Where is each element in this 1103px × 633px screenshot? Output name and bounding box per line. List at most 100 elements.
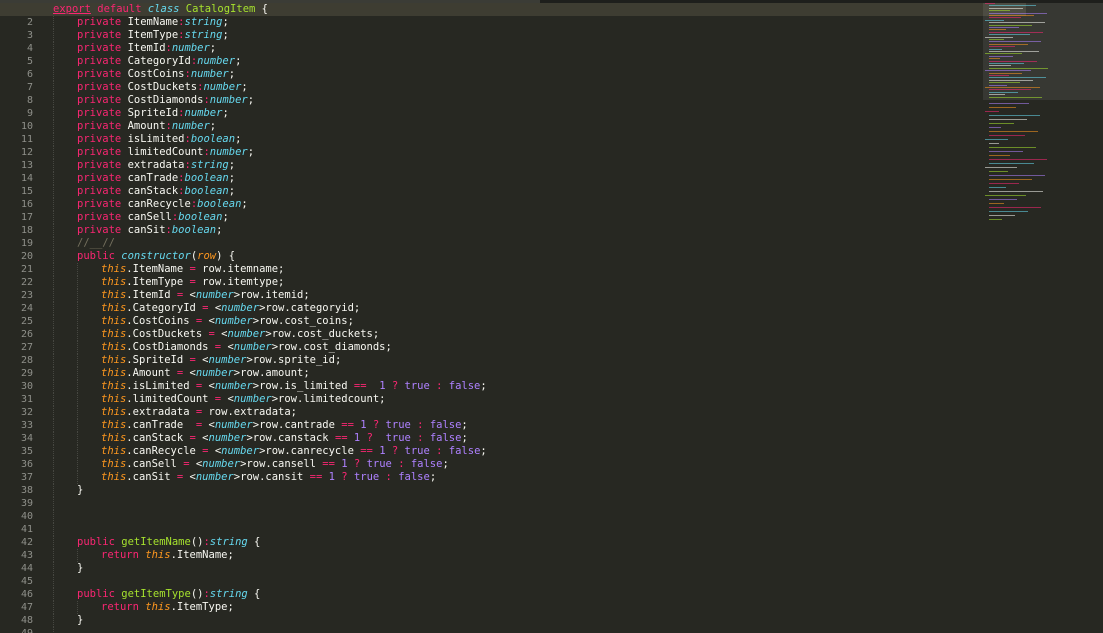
minimap-code-line [989, 46, 1015, 48]
property-name: .canSit [126, 471, 171, 483]
line-number: 22 [20, 277, 33, 288]
minimap-code-line [989, 94, 1005, 96]
ternary-colon: : [391, 458, 411, 470]
field-declaration: private Amount:number; [53, 120, 973, 133]
private-keyword: private [77, 107, 122, 119]
ternary-colon: : [410, 432, 430, 444]
expression: >row.canrecycle [259, 445, 361, 457]
cast-type: number [227, 328, 266, 340]
indent-guide [53, 107, 54, 120]
minimap-code-line [989, 41, 1041, 43]
cast-type: number [195, 367, 234, 379]
assignment-line: this.extradata = row.extradata; [53, 406, 973, 419]
line-number: 10 [20, 121, 33, 132]
field-name: CostDuckets [127, 81, 198, 93]
indent-guide [77, 406, 78, 419]
line-number: 45 [20, 576, 33, 587]
assign-operator: = [195, 445, 215, 457]
minimap-code-line [989, 163, 1034, 164]
assign-operator: = [170, 471, 190, 483]
line-number: 32 [20, 407, 33, 418]
field-declaration: private isLimited:boolean; [53, 133, 973, 146]
indent-guide [53, 393, 54, 406]
assignment-line: this.limitedCount = <number>row.limitedc… [53, 393, 973, 406]
assign-operator: = [208, 341, 228, 353]
code-punctuation: ; [222, 211, 229, 223]
property-name: .CategoryId [126, 302, 196, 314]
code-punctuation: ; [235, 133, 242, 145]
line-number-gutter: 1234567891011121314151617181920212223242… [0, 3, 46, 633]
return-type: string [209, 588, 248, 600]
field-name: ItemType [127, 29, 179, 41]
line-number: 2 [26, 17, 33, 28]
indent-guide [53, 549, 54, 562]
line-number: 30 [20, 381, 33, 392]
property-name: .ItemId [126, 289, 171, 301]
minimap-code-line [989, 82, 1020, 84]
indent-guide [53, 497, 54, 510]
minimap-code-line [989, 135, 1025, 136]
minimap-code-line [989, 67, 1048, 69]
this-keyword: this [145, 549, 171, 561]
expression: >row.categoryid; [259, 302, 361, 314]
indent-guide [53, 380, 54, 393]
minimap-code-line [989, 17, 1021, 19]
property-name: .Amount [126, 367, 171, 379]
private-keyword: private [77, 133, 122, 145]
code-punctuation: ; [235, 55, 242, 67]
private-keyword: private [77, 159, 122, 171]
expression: >row.is_limited [252, 380, 354, 392]
indent-guide [77, 302, 78, 315]
assignment-line: this.SpriteId = <number>row.sprite_id; [53, 354, 973, 367]
cast-type: number [233, 393, 272, 405]
line-number: 40 [20, 511, 33, 522]
compare-operator: == [341, 419, 354, 431]
expression: >row.amount; [233, 367, 310, 379]
indent-guide [53, 185, 54, 198]
minimap-code-line [989, 39, 1004, 40]
indent-guide [53, 302, 54, 315]
indent-guide [53, 484, 54, 497]
line-number: 19 [20, 238, 33, 249]
close-brace: } [77, 562, 84, 574]
code-editor[interactable]: 1234567891011121314151617181920212223242… [0, 0, 1103, 633]
indent-guide [53, 159, 54, 172]
minimap-code-line [989, 79, 1033, 81]
assign-operator: = [170, 367, 190, 379]
field-type: number [171, 42, 210, 54]
indent-guide [53, 94, 54, 107]
indent-guide [77, 263, 78, 276]
minimap-code-line [985, 139, 1008, 140]
closing-brace-line: } [53, 614, 973, 627]
false-literal: false [398, 471, 430, 483]
public-keyword: public [77, 536, 115, 548]
indent-guide [53, 510, 54, 523]
line-number: 3 [26, 30, 33, 41]
minimap-code-line [989, 127, 1001, 128]
line-number: 13 [20, 160, 33, 171]
field-name: CostCoins [127, 68, 185, 80]
indent-guide [77, 549, 78, 562]
minimap-code-line [989, 34, 1030, 36]
indent-guide [53, 81, 54, 94]
field-type: boolean [178, 211, 223, 223]
line-number: 24 [20, 303, 33, 314]
this-keyword: this [101, 406, 127, 418]
this-keyword: this [101, 328, 127, 340]
minimap-code-line [989, 22, 1045, 24]
indent-guide [53, 458, 54, 471]
false-literal: false [410, 458, 443, 470]
cast-type: number [195, 289, 234, 301]
private-keyword: private [77, 198, 122, 210]
minimap-code-line [989, 151, 1023, 152]
field-type: number [209, 146, 248, 158]
indent-guide [53, 523, 54, 536]
semicolon: ; [442, 458, 449, 470]
method-name: getItemType [121, 588, 191, 600]
assignment-line: this.ItemName = row.itemname; [53, 263, 973, 276]
this-keyword: this [101, 393, 127, 405]
code-area[interactable]: export default class CatalogItem {privat… [0, 3, 1026, 633]
minimap-code-line [989, 63, 1024, 64]
field-name: canSit [127, 224, 166, 236]
minimap[interactable] [983, 3, 1103, 233]
